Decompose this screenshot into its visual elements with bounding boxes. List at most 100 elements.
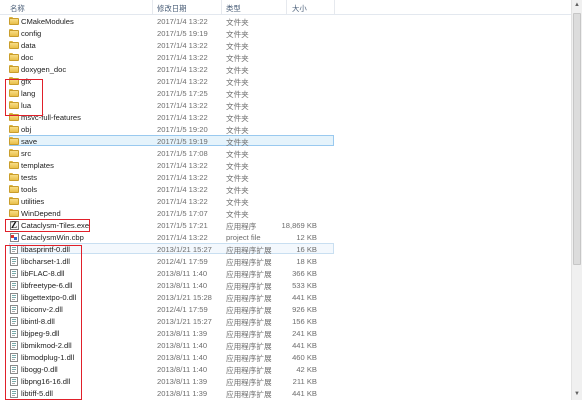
file-type: 文件夹 <box>226 173 249 183</box>
file-date: 2013/8/11 1:39 <box>157 388 208 398</box>
file-date: 2017/1/4 13:22 <box>157 160 208 170</box>
file-row[interactable]: libogg-0.dll 2013/8/11 1:40 应用程序扩展 42 KB <box>0 363 571 375</box>
file-row[interactable]: save 2017/1/5 19:19 文件夹 <box>0 135 571 147</box>
file-row[interactable]: Z Cataclysm-Tiles.exe 2017/1/5 17:21 应用程序 18… <box>0 219 571 231</box>
file-date: 2017/1/4 13:22 <box>157 16 208 26</box>
file-row[interactable]: config 2017/1/5 19:19 文件夹 <box>0 27 571 39</box>
folder-icon <box>9 124 19 134</box>
folder-icon <box>9 76 19 86</box>
file-date: 2017/1/5 17:07 <box>157 208 208 218</box>
file-row[interactable]: libintl-8.dll 2013/1/21 15:27 应用程序扩展 156 KB <box>0 315 571 327</box>
file-name: libfreetype-6.dll <box>21 280 73 290</box>
file-name: lua <box>21 100 32 110</box>
file-type: 应用程序扩展 <box>226 329 272 339</box>
dll-icon <box>9 244 19 254</box>
scroll-up-arrow-icon[interactable]: ▲ <box>572 0 582 11</box>
column-header-bar: 名称 修改日期 类型 大小 <box>0 0 571 15</box>
file-row[interactable]: libtiff-5.dll 2013/8/11 1:39 应用程序扩展 441 KB <box>0 387 571 399</box>
file-name: lang <box>21 88 36 98</box>
file-size: 18,869 KB <box>281 220 317 230</box>
file-row[interactable]: libiconv-2.dll 2012/4/1 17:59 应用程序扩展 926 KB <box>0 303 571 315</box>
folder-icon <box>9 64 19 74</box>
file-date: 2013/8/11 1:40 <box>157 352 208 362</box>
file-row[interactable]: libFLAC-8.dll 2013/8/11 1:40 应用程序扩展 366 KB <box>0 267 571 279</box>
column-header-type[interactable]: 类型 <box>226 3 241 14</box>
file-row[interactable]: doxygen_doc 2017/1/4 13:22 文件夹 <box>0 63 571 75</box>
folder-icon <box>9 88 19 98</box>
file-row[interactable]: CataclysmWin.cbp 2017/1/4 13:22 project fi… <box>0 231 571 243</box>
dll-icon <box>9 328 19 338</box>
file-type: 应用程序扩展 <box>226 377 272 387</box>
file-name: libpng16-16.dll <box>21 376 71 386</box>
file-row[interactable]: obj 2017/1/5 19:20 文件夹 <box>0 123 571 135</box>
file-row[interactable]: tests 2017/1/4 13:22 文件夹 <box>0 171 571 183</box>
exe-icon: Z <box>9 219 19 230</box>
column-header-name[interactable]: 名称 <box>10 3 25 14</box>
file-row[interactable]: templates 2017/1/4 13:22 文件夹 <box>0 159 571 171</box>
file-row[interactable]: libmikmod-2.dll 2013/8/11 1:40 应用程序扩展 441 K… <box>0 339 571 351</box>
scroll-down-arrow-icon[interactable]: ▼ <box>572 389 582 400</box>
file-type: 文件夹 <box>226 161 249 171</box>
file-date: 2013/1/21 15:28 <box>157 292 212 302</box>
file-size: 211 KB <box>292 376 317 386</box>
dll-icon <box>9 376 19 386</box>
column-divider[interactable] <box>221 0 222 14</box>
folder-icon <box>9 160 19 170</box>
file-row[interactable]: libfreetype-6.dll 2013/8/11 1:40 应用程序扩展 533… <box>0 279 571 291</box>
file-date: 2013/8/11 1:40 <box>157 340 208 350</box>
file-row[interactable]: doc 2017/1/4 13:22 文件夹 <box>0 51 571 63</box>
file-date: 2017/1/4 13:22 <box>157 196 208 206</box>
file-size: 18 KB <box>296 256 317 266</box>
dll-icon <box>9 280 19 290</box>
folder-icon <box>9 172 19 182</box>
dll-icon <box>9 256 19 266</box>
file-row[interactable]: utilities 2017/1/4 13:22 文件夹 <box>0 195 571 207</box>
file-name: libintl-8.dll <box>21 316 55 326</box>
file-row[interactable]: libpng16-16.dll 2013/8/11 1:39 应用程序扩展 211 K… <box>0 375 571 387</box>
file-type: project file <box>226 232 261 242</box>
file-row[interactable]: src 2017/1/5 17:08 文件夹 <box>0 147 571 159</box>
file-name: WinDepend <box>21 208 61 218</box>
file-row[interactable]: libasprintf-0.dll 2013/1/21 15:27 应用程序扩展 16… <box>0 243 571 255</box>
file-row[interactable]: libcharset-1.dll 2012/4/1 17:59 应用程序扩展 18 K… <box>0 255 571 267</box>
column-header-date[interactable]: 修改日期 <box>157 3 187 14</box>
file-row[interactable]: msvc-full-features 2017/1/4 13:22 文件夹 <box>0 111 571 123</box>
file-date: 2017/1/5 19:20 <box>157 124 208 134</box>
file-type: 应用程序 <box>226 221 257 231</box>
file-row[interactable]: lua 2017/1/4 13:22 文件夹 <box>0 99 571 111</box>
column-divider[interactable] <box>152 0 153 14</box>
file-size: 441 KB <box>292 388 317 398</box>
file-date: 2017/1/5 19:19 <box>157 28 208 38</box>
column-divider[interactable] <box>334 0 335 14</box>
file-size: 156 KB <box>292 316 317 326</box>
file-date: 2012/4/1 17:59 <box>157 256 208 266</box>
file-row[interactable]: gfx 2017/1/4 13:22 文件夹 <box>0 75 571 87</box>
file-name: doc <box>21 52 34 62</box>
file-row[interactable]: libmodplug-1.dll 2013/8/11 1:40 应用程序扩展 460 … <box>0 351 571 363</box>
file-size: 926 KB <box>292 304 317 314</box>
file-size: 441 KB <box>292 340 317 350</box>
file-type: 文件夹 <box>226 149 249 159</box>
file-name: libmodplug-1.dll <box>21 352 75 362</box>
file-row[interactable]: tools 2017/1/4 13:22 文件夹 <box>0 183 571 195</box>
file-row[interactable]: libjpeg-9.dll 2013/8/11 1:39 应用程序扩展 241 KB <box>0 327 571 339</box>
file-row[interactable]: WinDepend 2017/1/5 17:07 文件夹 <box>0 207 571 219</box>
dll-icon <box>9 304 19 314</box>
file-date: 2013/8/11 1:39 <box>157 376 208 386</box>
file-row[interactable]: lang 2017/1/5 17:25 文件夹 <box>0 87 571 99</box>
dll-icon <box>9 364 19 374</box>
file-date: 2017/1/4 13:22 <box>157 64 208 74</box>
file-row[interactable]: data 2017/1/4 13:22 文件夹 <box>0 39 571 51</box>
column-header-size[interactable]: 大小 <box>292 3 307 14</box>
column-divider[interactable] <box>286 0 287 14</box>
file-type: 文件夹 <box>226 17 249 27</box>
scrollbar-thumb[interactable] <box>573 13 581 265</box>
file-row[interactable]: CMakeModules 2017/1/4 13:22 文件夹 <box>0 15 571 27</box>
file-row[interactable]: libgettextpo-0.dll 2013/1/21 15:28 应用程序扩展 4… <box>0 291 571 303</box>
vertical-scrollbar[interactable]: ▲ ▼ <box>571 0 582 400</box>
file-name: libtiff-5.dll <box>21 388 53 398</box>
folder-icon <box>9 148 19 158</box>
file-date: 2013/8/11 1:40 <box>157 268 208 278</box>
folder-icon <box>9 28 19 38</box>
file-list: CMakeModules 2017/1/4 13:22 文件夹 config 2017/… <box>0 15 571 399</box>
